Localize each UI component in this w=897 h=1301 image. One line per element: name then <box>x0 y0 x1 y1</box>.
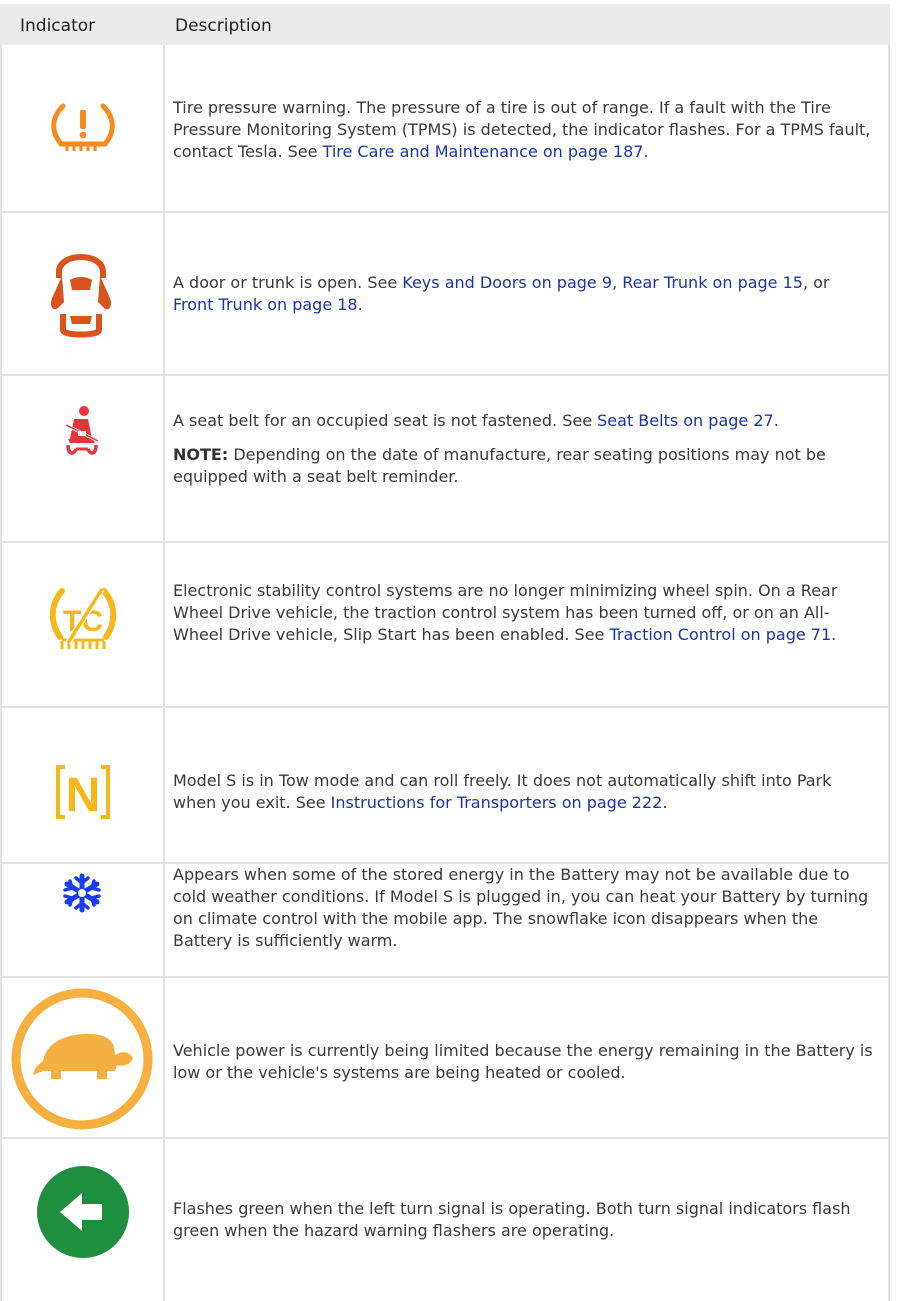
description-text: Vehicle power is currently being limited… <box>173 1041 873 1082</box>
header-description: Description <box>175 16 272 36</box>
row-description: A seat belt for an occupied seat is not … <box>173 410 873 488</box>
description-text: Appears when some of the stored energy i… <box>173 865 869 950</box>
punctuation: , <box>612 273 623 292</box>
link-tire-care[interactable]: Tire Care and Maintenance on page 187 <box>323 142 644 161</box>
row-divider <box>0 374 890 376</box>
description-text: A door or trunk is open. See <box>173 273 403 292</box>
connector-text: , or <box>802 273 830 292</box>
punctuation: . <box>662 793 668 812</box>
header-indicator: Indicator <box>20 16 96 36</box>
punctuation: . <box>773 411 779 430</box>
row-divider <box>0 706 890 708</box>
traction-control-off-icon: TC <box>48 583 118 655</box>
row-description: Vehicle power is currently being limited… <box>173 1040 873 1084</box>
row-description: A door or trunk is open. See Keys and Do… <box>173 272 873 316</box>
tire-pressure-warning-icon <box>47 100 119 156</box>
table-right-border <box>888 45 890 1301</box>
link-instructions-transporters[interactable]: Instructions for Transporters on page 22… <box>331 793 663 812</box>
row-divider <box>0 211 890 213</box>
row-description: Tire pressure warning. The pressure of a… <box>173 97 873 163</box>
punctuation: . <box>357 295 363 314</box>
table-left-border <box>0 45 2 1301</box>
punctuation: . <box>643 142 649 161</box>
row-description: Model S is in Tow mode and can roll free… <box>173 770 873 814</box>
snowflake-icon <box>62 873 102 913</box>
link-seat-belts[interactable]: Seat Belts on page 27 <box>597 411 774 430</box>
tow-mode-label: N <box>66 769 101 821</box>
punctuation: . <box>831 625 837 644</box>
row-description: Flashes green when the left turn signal … <box>173 1198 873 1242</box>
row-description: Appears when some of the stored energy i… <box>173 864 873 952</box>
tow-mode-icon: N <box>55 763 111 821</box>
description-text: Flashes green when the left turn signal … <box>173 1199 851 1240</box>
row-divider <box>0 976 890 978</box>
note-text: Depending on the date of manufacture, re… <box>173 445 826 486</box>
link-traction-control[interactable]: Traction Control on page 71 <box>609 625 831 644</box>
row-divider <box>0 541 890 543</box>
left-turn-signal-icon <box>36 1165 130 1259</box>
link-front-trunk[interactable]: Front Trunk on page 18 <box>173 295 358 314</box>
door-open-icon <box>48 238 114 342</box>
note-label: NOTE: <box>173 445 229 464</box>
link-keys-and-doors[interactable]: Keys and Doors on page 9 <box>402 273 612 292</box>
table-header: Indicator Description <box>0 4 890 45</box>
turtle-power-limited-icon <box>3 985 159 1131</box>
link-rear-trunk[interactable]: Rear Trunk on page 15 <box>622 273 803 292</box>
description-text: A seat belt for an occupied seat is not … <box>173 411 598 430</box>
seat-belt-icon <box>62 405 102 457</box>
row-divider <box>0 1137 890 1139</box>
column-divider <box>163 45 165 1301</box>
row-description: Electronic stability control systems are… <box>173 580 873 646</box>
